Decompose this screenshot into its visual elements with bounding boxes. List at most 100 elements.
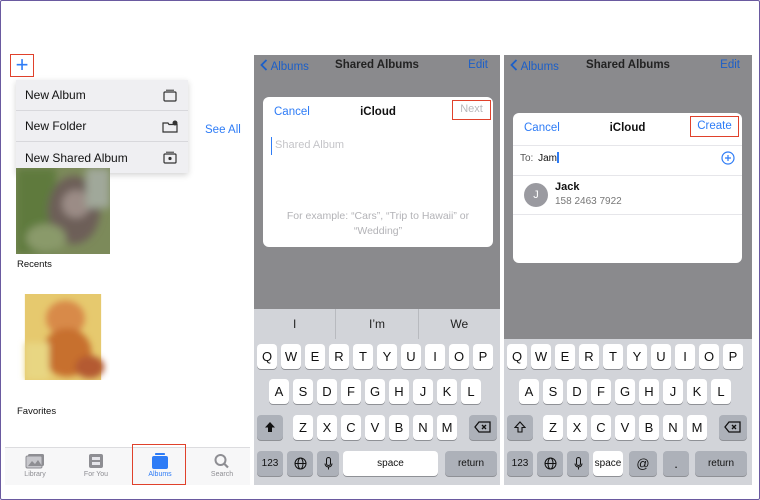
menu-item-label: New Folder xyxy=(25,119,87,133)
album-stack-icon xyxy=(163,89,177,102)
key-r[interactable]: R xyxy=(579,344,599,369)
key-n[interactable]: N xyxy=(413,415,433,440)
tab-for-you[interactable]: For You xyxy=(66,448,126,486)
key-t[interactable]: T xyxy=(603,344,623,369)
key-g[interactable]: G xyxy=(365,379,385,404)
key-s[interactable]: S xyxy=(293,379,313,404)
space-key[interactable]: space xyxy=(343,451,438,476)
shared-album-name-input[interactable]: Shared Album xyxy=(271,137,485,155)
create-button[interactable]: Create xyxy=(690,116,739,137)
key-r[interactable]: R xyxy=(329,344,349,369)
page-title: Shared Albums xyxy=(586,59,670,71)
next-button[interactable]: Next xyxy=(452,100,491,120)
key-y[interactable]: Y xyxy=(377,344,397,369)
key-q[interactable]: Q xyxy=(507,344,527,369)
key-z[interactable]: Z xyxy=(543,415,563,440)
key-m[interactable]: M xyxy=(437,415,457,440)
globe-key[interactable] xyxy=(537,451,563,476)
return-key[interactable]: return xyxy=(445,451,497,476)
recipient-field[interactable]: To: Jam xyxy=(520,152,559,164)
key-a[interactable]: A xyxy=(519,379,539,404)
at-key[interactable]: @ xyxy=(629,451,657,476)
numbers-key[interactable]: 123 xyxy=(257,451,283,476)
key-g[interactable]: G xyxy=(615,379,635,404)
key-d[interactable]: D xyxy=(567,379,587,404)
edit-button[interactable]: Edit xyxy=(468,59,488,71)
key-l[interactable]: L xyxy=(711,379,731,404)
key-c[interactable]: C xyxy=(341,415,361,440)
edit-button[interactable]: Edit xyxy=(720,59,740,71)
tab-label: For You xyxy=(83,471,109,478)
nav-bar: Albums Shared Albums Edit xyxy=(254,55,500,81)
key-n[interactable]: N xyxy=(663,415,683,440)
key-k[interactable]: K xyxy=(437,379,457,404)
key-p[interactable]: P xyxy=(473,344,493,369)
text-cursor xyxy=(557,152,559,163)
key-v[interactable]: V xyxy=(615,415,635,440)
favorites-album-thumbnail[interactable] xyxy=(16,294,110,380)
globe-key[interactable] xyxy=(287,451,313,476)
key-b[interactable]: B xyxy=(639,415,659,440)
add-people-screen: Albums Shared Albums Edit Cancel iCloud … xyxy=(504,55,752,485)
avatar: J xyxy=(524,183,548,207)
key-p[interactable]: P xyxy=(723,344,743,369)
key-f[interactable]: F xyxy=(591,379,611,404)
dictation-key[interactable] xyxy=(567,451,589,476)
shift-key[interactable] xyxy=(507,415,533,440)
contact-suggestion-row[interactable]: J Jack 158 2463 7922 xyxy=(513,176,742,214)
recents-album-thumbnail[interactable] xyxy=(16,168,110,254)
key-h[interactable]: H xyxy=(639,379,659,404)
dictation-key[interactable] xyxy=(317,451,339,476)
key-u[interactable]: U xyxy=(651,344,671,369)
key-f[interactable]: F xyxy=(341,379,361,404)
recipient-input-value[interactable]: Jam xyxy=(538,153,557,164)
key-s[interactable]: S xyxy=(543,379,563,404)
suggestion[interactable]: I xyxy=(254,309,337,339)
key-a[interactable]: A xyxy=(269,379,289,404)
key-e[interactable]: E xyxy=(555,344,575,369)
key-j[interactable]: J xyxy=(413,379,433,404)
key-e[interactable]: E xyxy=(305,344,325,369)
nav-bar: Albums Shared Albums Edit xyxy=(504,55,752,81)
key-x[interactable]: X xyxy=(567,415,587,440)
key-x[interactable]: X xyxy=(317,415,337,440)
key-j[interactable]: J xyxy=(663,379,683,404)
space-key[interactable]: space xyxy=(593,451,623,476)
key-l[interactable]: L xyxy=(461,379,481,404)
key-i[interactable]: I xyxy=(425,344,445,369)
key-c[interactable]: C xyxy=(591,415,611,440)
tab-library[interactable]: Library xyxy=(5,448,65,486)
key-y[interactable]: Y xyxy=(627,344,647,369)
microphone-icon xyxy=(574,457,582,470)
tab-search[interactable]: Search xyxy=(192,448,252,486)
delete-key[interactable] xyxy=(719,415,747,440)
menu-item-new-folder[interactable]: New Folder xyxy=(16,111,188,142)
key-o[interactable]: O xyxy=(449,344,469,369)
key-v[interactable]: V xyxy=(365,415,385,440)
key-m[interactable]: M xyxy=(687,415,707,440)
delete-key[interactable] xyxy=(469,415,497,440)
key-b[interactable]: B xyxy=(389,415,409,440)
numbers-key[interactable]: 123 xyxy=(507,451,533,476)
key-u[interactable]: U xyxy=(401,344,421,369)
shift-key[interactable] xyxy=(257,415,283,440)
key-w[interactable]: W xyxy=(531,344,551,369)
shared-album-icon xyxy=(163,151,177,164)
period-key[interactable]: . xyxy=(663,451,689,476)
suggestion[interactable]: I’m xyxy=(336,309,419,339)
key-q[interactable]: Q xyxy=(257,344,277,369)
suggestion[interactable]: We xyxy=(419,309,500,339)
menu-item-new-album[interactable]: New Album xyxy=(16,80,188,111)
add-contact-icon[interactable] xyxy=(721,151,735,165)
key-o[interactable]: O xyxy=(699,344,719,369)
key-h[interactable]: H xyxy=(389,379,409,404)
key-z[interactable]: Z xyxy=(293,415,313,440)
return-key[interactable]: return xyxy=(695,451,747,476)
see-all-link[interactable]: See All xyxy=(205,124,241,136)
key-w[interactable]: W xyxy=(281,344,301,369)
key-d[interactable]: D xyxy=(317,379,337,404)
add-album-button[interactable]: + xyxy=(10,54,34,77)
key-k[interactable]: K xyxy=(687,379,707,404)
key-t[interactable]: T xyxy=(353,344,373,369)
key-i[interactable]: I xyxy=(675,344,695,369)
